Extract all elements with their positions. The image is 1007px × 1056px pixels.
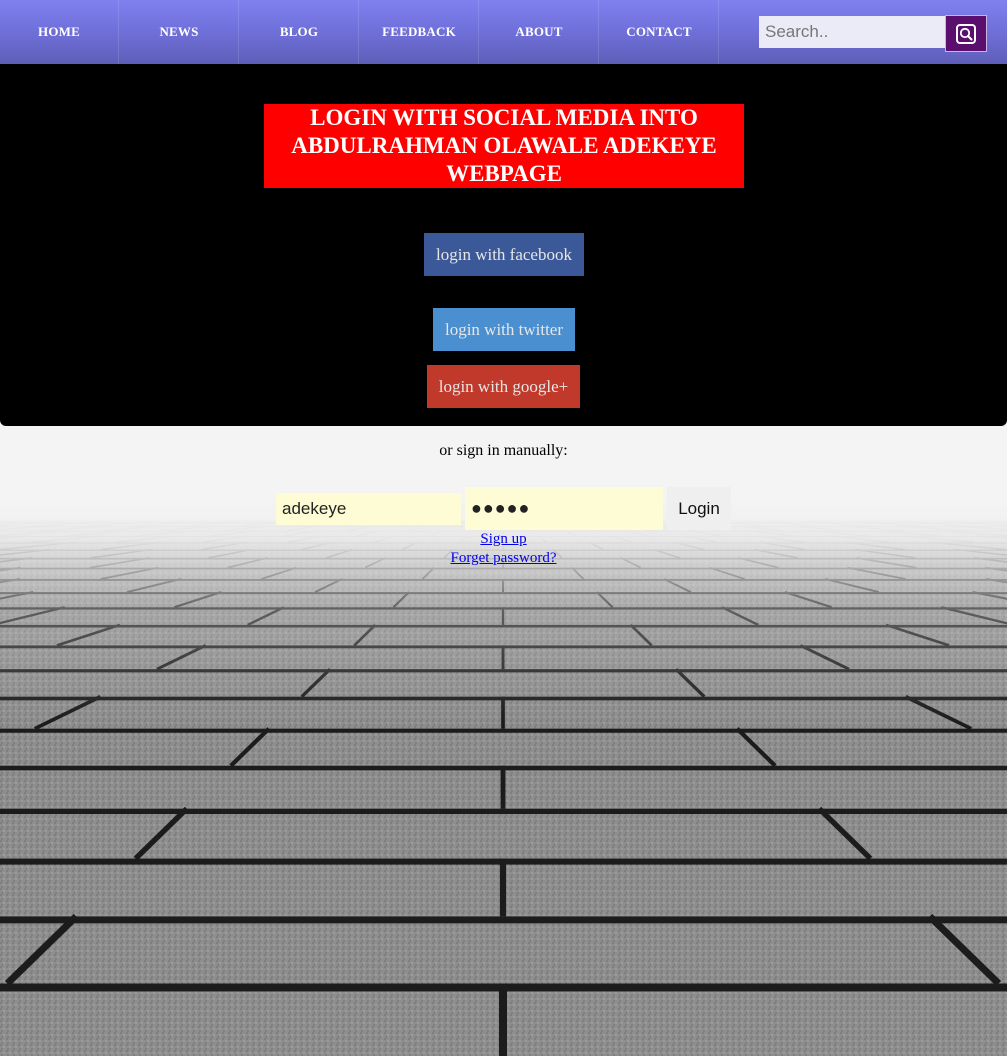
nav-news[interactable]: NEWS (120, 0, 239, 64)
search-button[interactable] (945, 15, 987, 52)
forgot-password-link[interactable]: Forget password? (451, 550, 557, 566)
login-button[interactable]: Login (667, 487, 731, 530)
search-input[interactable] (759, 16, 945, 48)
search-icon (956, 23, 976, 44)
signup-link-row: Sign up (0, 531, 1007, 548)
manual-signin-prompt: or sign in manually: (439, 442, 568, 459)
social-login-panel: LOGIN WITH SOCIAL MEDIA INTO ABDULRAHMAN… (0, 64, 1007, 426)
signup-link[interactable]: Sign up (480, 531, 526, 547)
forgot-password-link-row: Forget password? (0, 550, 1007, 567)
login-facebook-button[interactable]: login with facebook (424, 233, 584, 276)
login-twitter-button[interactable]: login with twitter (433, 308, 575, 351)
login-google-button[interactable]: login with google+ (427, 365, 580, 408)
nav-feedback[interactable]: FEEDBACK (360, 0, 479, 64)
nav-about[interactable]: ABOUT (480, 0, 599, 64)
username-field[interactable] (276, 493, 461, 525)
nav-home[interactable]: HOME (0, 0, 119, 64)
page-title: LOGIN WITH SOCIAL MEDIA INTO ABDULRAHMAN… (264, 104, 744, 188)
nav-contact[interactable]: CONTACT (600, 0, 719, 64)
password-field[interactable] (465, 487, 663, 530)
top-navbar: HOME NEWS BLOG FEEDBACK ABOUT CONTACT (0, 0, 1007, 64)
nav-blog[interactable]: BLOG (240, 0, 359, 64)
